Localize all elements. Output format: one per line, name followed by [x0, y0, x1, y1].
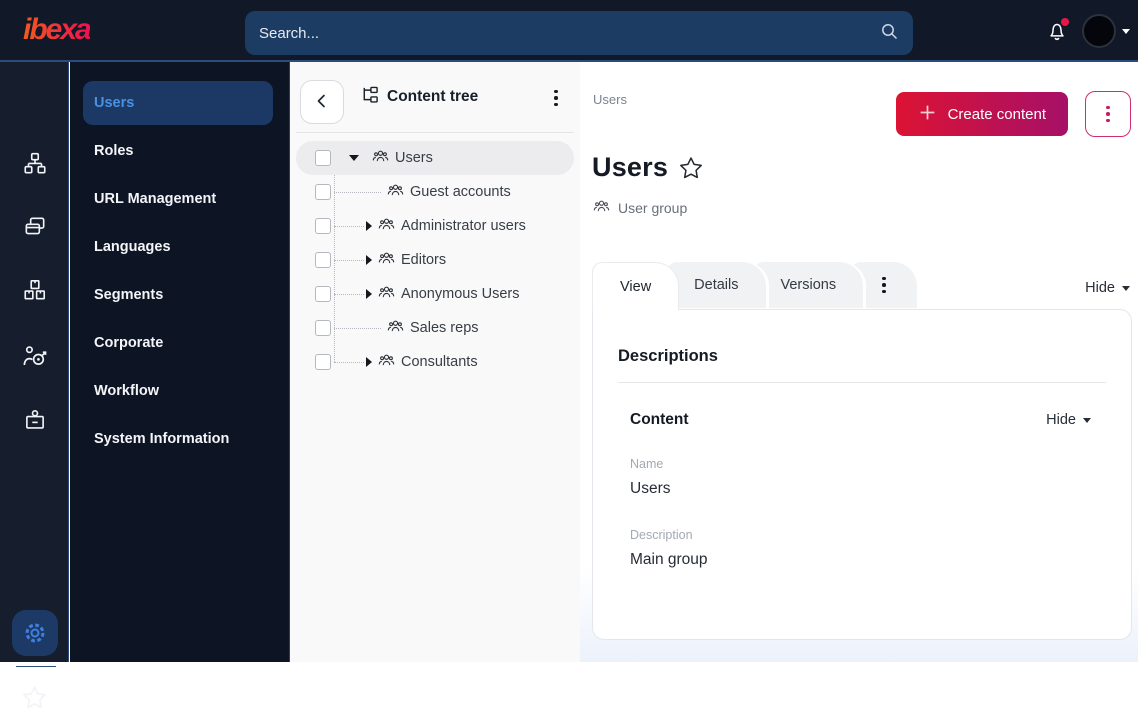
caret-down-icon [1083, 417, 1091, 423]
content-type-label: User group [593, 198, 687, 218]
descriptions-heading: Descriptions [618, 347, 718, 365]
tree-guide-line [334, 327, 381, 329]
rail-divider [16, 666, 56, 667]
expand-expander-icon[interactable] [366, 255, 372, 265]
gear-icon[interactable] [12, 610, 58, 656]
content-tabs: View Details Versions Hide [592, 262, 1130, 310]
tree-guide-line [334, 259, 364, 261]
ibexa-logo[interactable]: ibexa [23, 15, 92, 45]
user-group-icon [387, 318, 404, 339]
tree-item-checkbox[interactable] [315, 354, 331, 370]
pages-icon[interactable] [0, 205, 69, 249]
tree-item-users[interactable]: Users [296, 141, 574, 175]
user-group-icon [378, 284, 395, 305]
admin-nav: Users Roles URL Management Languages Seg… [70, 62, 290, 662]
tree-item-guest-accounts[interactable]: Guest accounts [296, 175, 574, 209]
tree-guide-line [334, 293, 364, 295]
notification-badge [1061, 18, 1069, 26]
tree-item-anonymous-users[interactable]: Anonymous Users [296, 277, 574, 311]
hide-sections-toggle[interactable]: Hide [1085, 280, 1130, 310]
plus-icon [918, 103, 937, 126]
tree-item-checkbox[interactable] [315, 218, 331, 234]
page-options-kebab[interactable] [1085, 91, 1131, 137]
topbar: ibexa [0, 0, 1138, 62]
content-tree-title: Content tree [360, 62, 478, 132]
content-tree: Users Guest accounts Administrator users… [290, 133, 580, 379]
search-box[interactable] [245, 11, 913, 55]
user-menu[interactable] [1082, 14, 1130, 48]
sidebar-item-segments[interactable]: Segments [70, 271, 289, 319]
field-description: Description Main group [630, 528, 1131, 569]
create-content-button[interactable]: Create content [895, 92, 1068, 136]
sidebar-item-roles[interactable]: Roles [70, 127, 289, 175]
user-group-icon [378, 216, 395, 237]
avatar[interactable] [1082, 14, 1116, 48]
expand-expander-icon[interactable] [366, 221, 372, 231]
collapse-expander-icon[interactable] [349, 155, 359, 161]
user-group-icon [372, 148, 389, 169]
tab-view[interactable]: View [592, 262, 680, 310]
field-value: Main group [630, 551, 708, 568]
tree-item-administrator-users[interactable]: Administrator users [296, 209, 574, 243]
id-badge-icon[interactable] [0, 398, 69, 442]
tree-options-kebab[interactable] [546, 87, 566, 109]
bookmark-star-icon[interactable] [678, 155, 704, 181]
tree-item-sales-reps[interactable]: Sales reps [296, 311, 574, 345]
hide-content-section-toggle[interactable]: Hide [1046, 412, 1091, 428]
tab-details[interactable]: Details [667, 262, 766, 308]
sidebar-item-system-information[interactable]: System Information [70, 415, 289, 463]
field-name: Name Users [630, 457, 1131, 498]
caret-down-icon [1122, 28, 1130, 34]
tree-guide-line [334, 225, 364, 227]
user-group-icon [378, 250, 395, 271]
tree-item-checkbox[interactable] [315, 252, 331, 268]
audience-target-icon[interactable] [0, 334, 69, 378]
field-value: Users [630, 480, 671, 497]
breadcrumb[interactable]: Users [593, 92, 627, 107]
tree-guide-line [334, 361, 364, 363]
chevron-left-icon [312, 91, 332, 114]
bell-icon[interactable] [1044, 18, 1070, 44]
sidebar-item-users[interactable]: Users [83, 81, 273, 125]
tab-versions[interactable]: Versions [753, 262, 864, 308]
field-label: Description [630, 528, 693, 542]
tree-item-checkbox[interactable] [315, 286, 331, 302]
content-section-title: Content [630, 411, 689, 428]
content-tree-icon [360, 85, 379, 109]
card-divider [618, 382, 1106, 383]
tree-item-checkbox[interactable] [315, 150, 331, 166]
search-input[interactable] [259, 24, 879, 42]
sitemap-icon[interactable] [0, 142, 69, 186]
tree-item-editors[interactable]: Editors [296, 243, 574, 277]
field-label: Name [630, 457, 664, 471]
user-group-icon [378, 352, 395, 373]
star-icon[interactable] [0, 675, 69, 719]
page-title: Users [592, 152, 669, 182]
sidebar-item-url-management[interactable]: URL Management [70, 175, 289, 223]
expand-expander-icon[interactable] [366, 289, 372, 299]
caret-down-icon [1122, 285, 1130, 291]
tree-item-consultants[interactable]: Consultants [296, 345, 574, 379]
tree-item-checkbox[interactable] [315, 320, 331, 336]
icon-rail [0, 62, 69, 708]
sidebar-item-corporate[interactable]: Corporate [70, 319, 289, 367]
sidebar-item-languages[interactable]: Languages [70, 223, 289, 271]
search-icon[interactable] [879, 21, 899, 46]
sidebar-item-workflow[interactable]: Workflow [70, 367, 289, 415]
content-tree-panel: Content tree Users Guest accounts Admini… [290, 62, 580, 662]
main-content: Users Create content Users User group Vi… [580, 62, 1138, 662]
tree-guide-line [334, 191, 381, 193]
user-group-icon [593, 198, 610, 218]
collapse-tree-button[interactable] [300, 80, 344, 124]
boxes-icon[interactable] [0, 268, 69, 312]
expand-expander-icon[interactable] [366, 357, 372, 367]
tree-item-checkbox[interactable] [315, 184, 331, 200]
view-tab-card: Descriptions Content Hide Name Users Des… [592, 309, 1132, 640]
user-group-icon [387, 182, 404, 203]
